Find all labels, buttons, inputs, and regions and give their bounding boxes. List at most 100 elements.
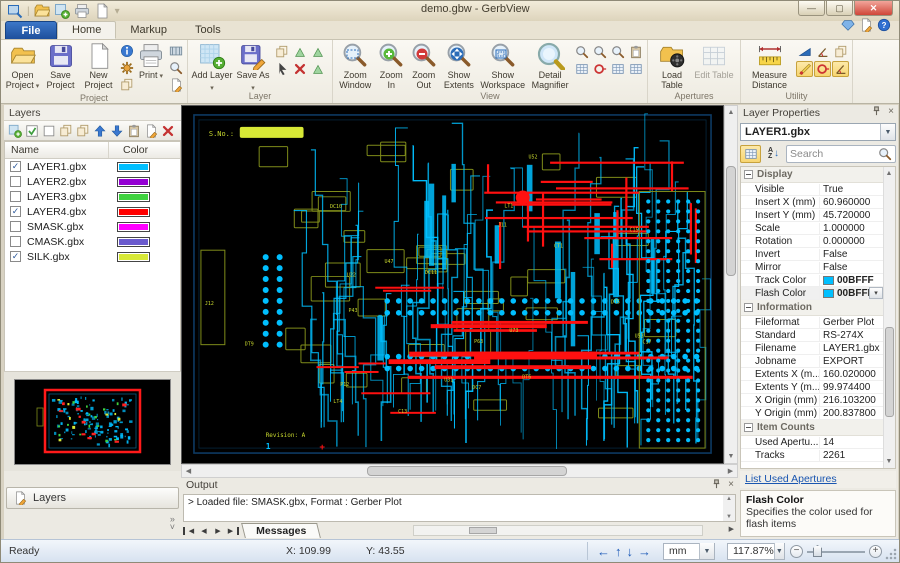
layer-row[interactable]: ✓LAYER1.gbx	[5, 159, 180, 174]
save-project-button[interactable]: Save Project	[42, 41, 79, 91]
layer-visibility-checkbox[interactable]: ✓	[10, 206, 21, 217]
layer-color-swatch[interactable]	[117, 162, 150, 172]
edit-layer-icon[interactable]	[142, 123, 159, 139]
layer-copy-icon[interactable]	[273, 44, 290, 60]
zoom-out-slider-button[interactable]: −	[790, 545, 803, 558]
utility-copy-icon[interactable]	[832, 44, 849, 60]
layer-color-swatch[interactable]	[117, 177, 150, 187]
zoom-in-slider-button[interactable]: +	[869, 545, 882, 558]
tab-scroll-right-icon[interactable]: ▶	[729, 525, 734, 533]
search-input[interactable]	[790, 148, 878, 160]
pan-right-icon[interactable]: →	[638, 544, 651, 559]
canvas-horizontal-scrollbar[interactable]: ◀ ▶	[181, 464, 738, 478]
properties-scrollbar[interactable]: ▲ ▼	[883, 167, 895, 468]
layer-color-swatch[interactable]	[117, 237, 150, 247]
move-layer-up-icon[interactable]	[91, 123, 108, 139]
save-as-button[interactable]: Save As	[234, 41, 272, 91]
layer-visibility-checkbox[interactable]	[10, 236, 21, 247]
scroll-down-icon[interactable]: ▼	[884, 455, 894, 468]
layer-row[interactable]: LAYER2.gbx	[5, 174, 180, 189]
edit-table-button[interactable]: Edit Table	[694, 41, 734, 91]
minimize-button[interactable]: —	[798, 1, 825, 16]
next-message-icon[interactable]: ▶	[211, 524, 225, 537]
property-row[interactable]: Track Color00BFFF	[741, 274, 884, 287]
layer-row[interactable]: LAYER3.gbx	[5, 189, 180, 204]
close-panel-icon[interactable]: ×	[728, 479, 734, 493]
column-header-name[interactable]: Name	[5, 142, 109, 158]
property-row[interactable]: Insert Y (mm)45.720000	[741, 209, 884, 222]
categorize-icon[interactable]	[740, 145, 761, 163]
utility-wedge-icon[interactable]	[796, 44, 813, 60]
collapse-icon[interactable]	[744, 170, 753, 179]
property-row[interactable]: FilenameLAYER1.gbx	[741, 342, 884, 355]
tab-messages[interactable]: Messages	[241, 523, 321, 538]
preview-quick-icon[interactable]	[94, 4, 111, 19]
zoom-scale-icon[interactable]	[609, 44, 626, 60]
property-category[interactable]: Display	[741, 167, 884, 183]
zoom-window-button[interactable]: Zoom Window	[336, 41, 375, 91]
first-message-icon[interactable]: ◀	[183, 527, 197, 535]
measure-angle-icon[interactable]	[832, 61, 849, 77]
previous-message-icon[interactable]: ◀	[197, 524, 211, 537]
layer-row[interactable]: ✓SILK.gbx	[5, 249, 180, 264]
panel-overflow-chevron[interactable]: »˅	[170, 515, 175, 531]
layer-delete-icon[interactable]	[291, 61, 308, 77]
open-project-button[interactable]: Open Project	[4, 41, 41, 91]
close-panel-icon[interactable]: ×	[888, 106, 894, 120]
print-setup-icon[interactable]	[167, 43, 184, 59]
combo-dropdown-icon[interactable]: ▼	[880, 124, 895, 140]
highlight-aperture-icon[interactable]	[591, 61, 608, 77]
layer-row[interactable]: ✓LAYER4.gbx	[5, 204, 180, 219]
pan-up-icon[interactable]: ↑	[615, 544, 622, 559]
list-used-apertures-link[interactable]: List Used Apertures	[740, 471, 896, 488]
property-row[interactable]: Flash Color00BFFF▾	[741, 287, 884, 300]
help-icon[interactable]	[877, 18, 891, 37]
layer-align-icon[interactable]	[291, 44, 308, 60]
pan-view-icon[interactable]	[627, 44, 644, 60]
measure-center-icon[interactable]	[814, 61, 831, 77]
layer-visibility-checkbox[interactable]	[10, 221, 21, 232]
property-row[interactable]: JobnameEXPORT	[741, 355, 884, 368]
copy-layer-icon[interactable]	[57, 123, 74, 139]
scroll-left-icon[interactable]: ◀	[182, 465, 195, 477]
zoom-out-button[interactable]: Zoom Out	[408, 41, 440, 91]
property-row[interactable]: MirrorFalse	[741, 261, 884, 274]
scroll-up-icon[interactable]: ▲	[884, 167, 894, 180]
property-category[interactable]: Item Counts	[741, 420, 884, 436]
property-row[interactable]: StandardRS-274X	[741, 329, 884, 342]
layer-scale-icon[interactable]	[309, 44, 326, 60]
duplicate-layer-icon[interactable]	[74, 123, 91, 139]
property-row[interactable]: Tracks2261	[741, 449, 884, 462]
layer-visibility-checkbox[interactable]: ✓	[10, 161, 21, 172]
scroll-down-icon[interactable]: ▼	[725, 450, 737, 463]
grid-snap-icon[interactable]	[627, 61, 644, 77]
zoom-previous-icon[interactable]	[573, 44, 590, 60]
property-row[interactable]: VisibleTrue	[741, 183, 884, 196]
print-edit-icon[interactable]	[167, 77, 184, 93]
move-layer-down-icon[interactable]	[108, 123, 125, 139]
maximize-button[interactable]: ▢	[826, 1, 853, 16]
layer-mirror-icon[interactable]	[309, 61, 326, 77]
resize-grip[interactable]	[885, 548, 897, 560]
add-layer-button[interactable]: Add Layer	[191, 41, 233, 91]
utility-angle-icon[interactable]	[814, 44, 831, 60]
grid-toggle-icon[interactable]	[609, 61, 626, 77]
zoom-slider-thumb[interactable]	[813, 545, 822, 557]
property-row[interactable]: X Origin (mm)216.103200	[741, 394, 884, 407]
measure-path-icon[interactable]	[796, 61, 813, 77]
output-tab-scroll-thumb[interactable]	[469, 527, 497, 534]
layer-color-swatch[interactable]	[117, 207, 150, 217]
property-category[interactable]: Information	[741, 300, 884, 316]
delete-layer-icon[interactable]	[159, 123, 176, 139]
horizontal-scroll-thumb[interactable]	[367, 466, 567, 476]
property-row[interactable]: Insert X (mm)60.960000	[741, 196, 884, 209]
scroll-right-icon[interactable]: ▶	[724, 465, 737, 477]
sort-alphabetical-icon[interactable]: AZ↓	[763, 145, 784, 163]
output-tab-scrollbar[interactable]	[413, 525, 703, 536]
properties-scroll-thumb[interactable]	[885, 327, 894, 417]
property-row[interactable]: Y Origin (mm)200.837800	[741, 407, 884, 420]
zoom-selection-icon[interactable]	[591, 44, 608, 60]
import-layer-icon[interactable]	[125, 123, 142, 139]
unit-select[interactable]: mm ▼	[663, 543, 715, 560]
project-info-icon[interactable]	[118, 43, 135, 59]
